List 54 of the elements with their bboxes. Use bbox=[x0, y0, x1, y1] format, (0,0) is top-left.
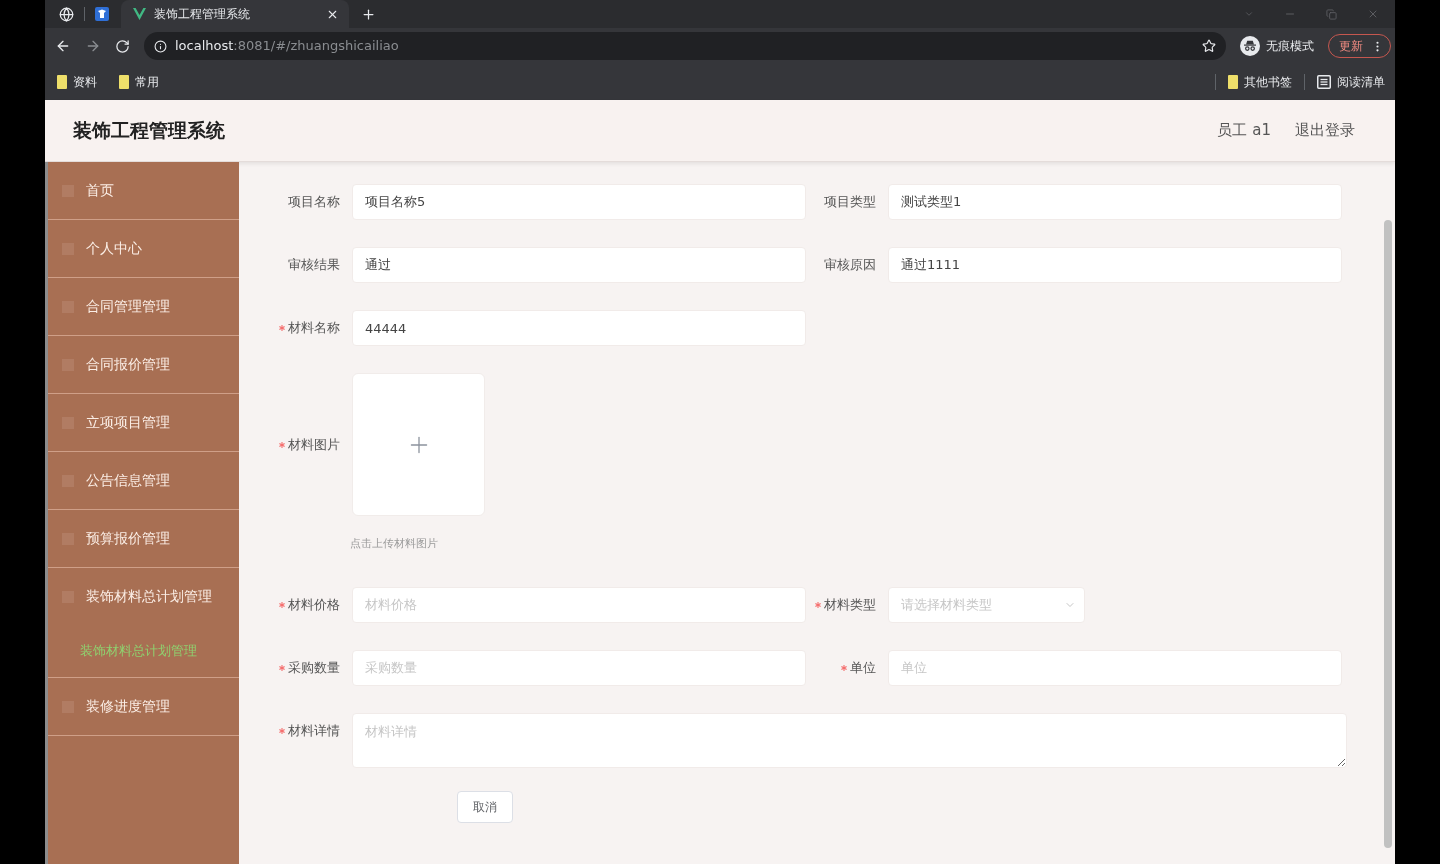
folder-icon bbox=[119, 75, 129, 89]
list-icon bbox=[1317, 75, 1331, 89]
user-name: 员工 a1 bbox=[1217, 120, 1271, 142]
bookmark-item[interactable]: 常用 bbox=[113, 70, 165, 94]
forward-icon[interactable] bbox=[85, 38, 101, 54]
incognito-button[interactable]: 无痕模式 bbox=[1240, 36, 1314, 56]
tile-icon[interactable] bbox=[95, 7, 109, 21]
globe-icon[interactable] bbox=[59, 6, 74, 22]
field-label: 单位 bbox=[850, 658, 876, 677]
sidebar-item[interactable]: 预算报价管理 bbox=[48, 510, 239, 567]
field-label: 审核原因 bbox=[824, 256, 876, 275]
browser-tab[interactable]: 装饰工程管理系统 bbox=[121, 0, 349, 28]
text-input[interactable]: 材料价格 bbox=[352, 586, 806, 623]
reload-icon[interactable] bbox=[115, 38, 130, 54]
sidebar-item[interactable]: 合同管理管理 bbox=[48, 278, 239, 335]
address-bar[interactable]: localhost:8081/#/zhuangshicailiao bbox=[144, 32, 1226, 60]
field-label: 项目类型 bbox=[824, 193, 876, 212]
text-input[interactable]: 44444 bbox=[352, 310, 806, 346]
upload-hint: 点击上传材料图片 bbox=[350, 536, 439, 552]
field-label: 材料图片 bbox=[288, 435, 340, 454]
folder-icon bbox=[1228, 75, 1238, 89]
folder-icon bbox=[57, 75, 67, 89]
field-label: 项目名称 bbox=[288, 193, 340, 212]
field-label: 采购数量 bbox=[288, 658, 340, 677]
back-icon[interactable] bbox=[55, 38, 71, 54]
text-input[interactable]: 项目名称5 bbox=[352, 184, 806, 220]
bookmark-item[interactable]: 阅读清单 bbox=[1311, 70, 1391, 94]
text-input[interactable]: 通过 bbox=[352, 247, 806, 283]
field-label: 材料名称 bbox=[288, 319, 340, 338]
cancel-button[interactable]: 取消 bbox=[457, 790, 513, 823]
app-title: 装饰工程管理系统 bbox=[73, 118, 225, 144]
bookmark-item[interactable]: 其他书签 bbox=[1222, 70, 1298, 94]
field-label: 材料详情 bbox=[288, 721, 340, 740]
sidebar-item[interactable]: 立项项目管理 bbox=[48, 394, 239, 451]
scrollbar-thumb[interactable] bbox=[1384, 220, 1392, 848]
field-label: 材料类型 bbox=[824, 595, 876, 614]
sidebar-item[interactable]: 个人中心 bbox=[48, 220, 239, 277]
incognito-icon bbox=[1240, 36, 1260, 56]
v-logo-icon bbox=[133, 8, 146, 20]
sidebar-item[interactable]: 首页 bbox=[48, 162, 239, 219]
text-input[interactable]: 测试类型1 bbox=[888, 184, 1342, 220]
sidebar-item[interactable]: 装修进度管理 bbox=[48, 678, 239, 735]
sidebar-item[interactable]: 合同报价管理 bbox=[48, 336, 239, 393]
star-icon[interactable] bbox=[1202, 39, 1216, 53]
info-icon[interactable] bbox=[154, 39, 167, 53]
sidebar-item[interactable]: 公告信息管理 bbox=[48, 452, 239, 509]
sidebar-item[interactable]: 装饰材料总计划管理 bbox=[48, 568, 239, 625]
new-tab-icon[interactable] bbox=[361, 6, 376, 22]
field-label: 审核结果 bbox=[288, 256, 340, 275]
text-input[interactable]: 通过1111 bbox=[888, 247, 1342, 283]
field-label: 材料价格 bbox=[288, 595, 340, 614]
bookmark-item[interactable]: 资料 bbox=[51, 70, 103, 94]
url-text: localhost:8081/#/zhuangshicailiao bbox=[175, 37, 400, 56]
logout-link[interactable]: 退出登录 bbox=[1295, 119, 1355, 142]
